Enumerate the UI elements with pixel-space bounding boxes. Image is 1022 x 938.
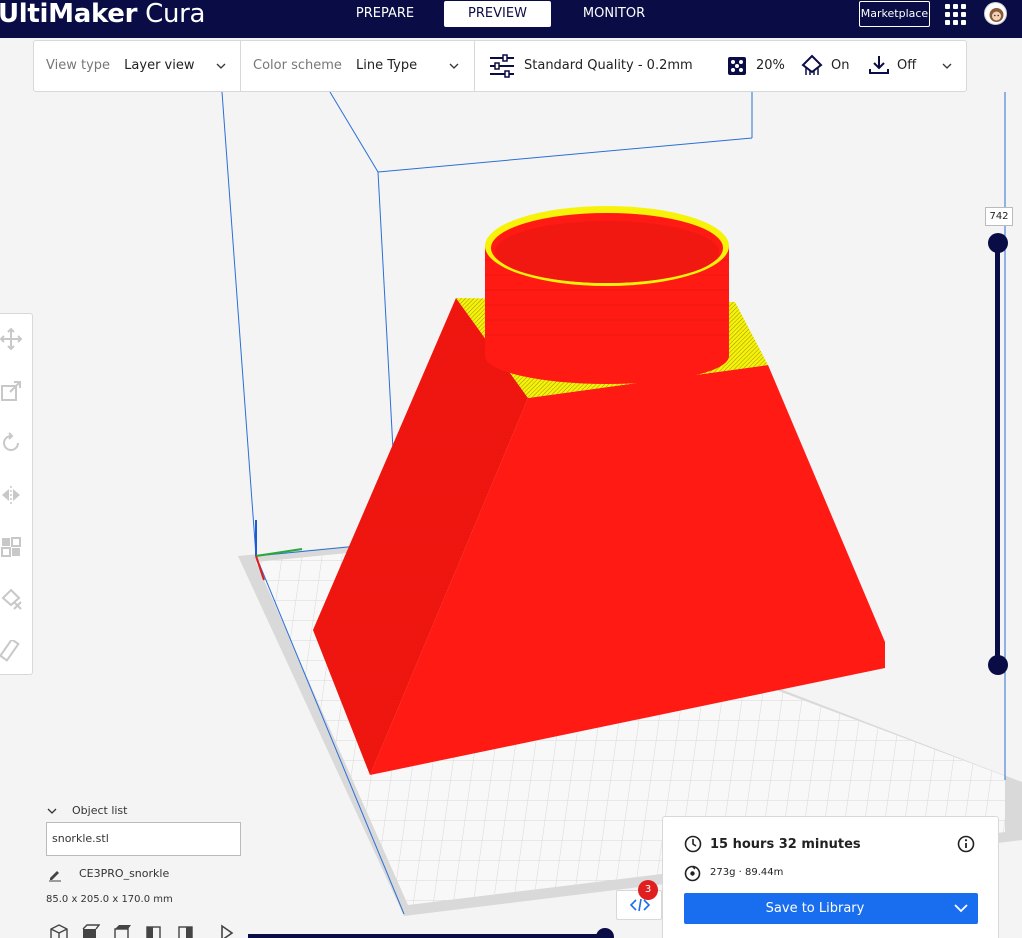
measure-icon[interactable] [0, 640, 22, 662]
object-list-header[interactable]: Object list [72, 804, 127, 817]
layer-slider-lower-handle[interactable] [988, 655, 1008, 675]
chevron-down-icon[interactable] [47, 806, 57, 816]
tab-prepare[interactable]: PREPARE [343, 1, 427, 27]
support-value[interactable]: On [831, 41, 849, 91]
support-icon [801, 54, 823, 75]
adhesion-icon [869, 56, 889, 74]
tab-preview[interactable]: PREVIEW [444, 1, 551, 27]
project-name[interactable]: CE3PRO_snorkle [79, 867, 169, 880]
infill-icon [728, 57, 746, 75]
color-scheme-value: Line Type [356, 58, 418, 73]
print-info-panel: 15 hours 32 minutes 273g · 89.44m Save t… [662, 816, 999, 938]
build-volume-scene[interactable] [0, 0, 1022, 938]
view-type-dropdown[interactable]: View type Layer view [46, 41, 195, 91]
object-list-item[interactable]: snorkle.stl [46, 822, 241, 856]
material-usage: 273g · 89.44m [710, 867, 784, 878]
view-type-value: Layer view [124, 58, 195, 73]
view-type-label: View type [46, 58, 111, 73]
user-avatar[interactable] [984, 2, 1007, 25]
logo-text-bold: UltiMaker [0, 0, 138, 29]
move-icon[interactable] [0, 328, 22, 350]
infill-value[interactable]: 20% [756, 41, 785, 91]
model-dimensions: 85.0 x 205.0 x 170.0 mm [46, 894, 173, 905]
spool-icon [684, 865, 701, 882]
info-icon[interactable] [957, 835, 975, 853]
marketplace-button[interactable]: Marketplace [859, 1, 930, 27]
top-view-icon[interactable] [112, 924, 132, 938]
play-icon[interactable] [218, 924, 238, 938]
save-to-library-button[interactable]: Save to Library [684, 893, 978, 924]
color-scheme-label: Color scheme [253, 58, 342, 73]
save-button-label: Save to Library [765, 901, 865, 916]
path-slider-track[interactable] [248, 934, 606, 938]
chevron-down-icon[interactable] [216, 61, 226, 71]
tab-monitor[interactable]: MONITOR [570, 1, 658, 27]
layer-slider-track[interactable] [995, 243, 1000, 665]
adhesion-value[interactable]: Off [897, 41, 916, 91]
quality-profile-label: Standard Quality - 0.2mm [524, 58, 693, 73]
chevron-down-icon[interactable] [449, 61, 459, 71]
chevron-down-icon[interactable] [954, 903, 968, 913]
app-logo: UltiMaker Cura [0, 0, 205, 30]
chevron-down-icon[interactable] [942, 61, 952, 71]
layer-slider-upper-handle[interactable] [988, 233, 1008, 253]
notification-badge: 3 [638, 880, 658, 900]
right-view-icon[interactable] [176, 924, 196, 938]
view-toolbar: View type Layer view Color scheme Line T… [33, 40, 967, 92]
print-settings-button[interactable]: Standard Quality - 0.2mm [524, 41, 693, 91]
clock-icon [684, 835, 702, 853]
settings-sliders-icon[interactable] [489, 54, 515, 78]
rotate-icon[interactable] [0, 432, 22, 454]
print-time: 15 hours 32 minutes [710, 837, 861, 852]
logo-text-light: Cura [145, 0, 206, 29]
top-header: UltiMaker Cura PREPARE PREVIEW MONITOR M… [0, 0, 1022, 38]
pencil-icon[interactable] [48, 868, 62, 882]
tool-panel [0, 313, 33, 675]
left-view-icon[interactable] [144, 924, 164, 938]
layer-number-input[interactable]: 742 [985, 207, 1013, 226]
front-view-icon[interactable] [80, 924, 100, 938]
color-scheme-dropdown[interactable]: Color scheme Line Type [253, 41, 417, 91]
scale-icon[interactable] [0, 380, 22, 402]
mirror-icon[interactable] [0, 484, 22, 506]
apps-grid-icon[interactable] [945, 4, 966, 25]
3d-view-icon[interactable] [49, 924, 69, 938]
per-model-settings-icon[interactable] [0, 536, 22, 558]
support-blocker-icon[interactable] [0, 588, 22, 610]
